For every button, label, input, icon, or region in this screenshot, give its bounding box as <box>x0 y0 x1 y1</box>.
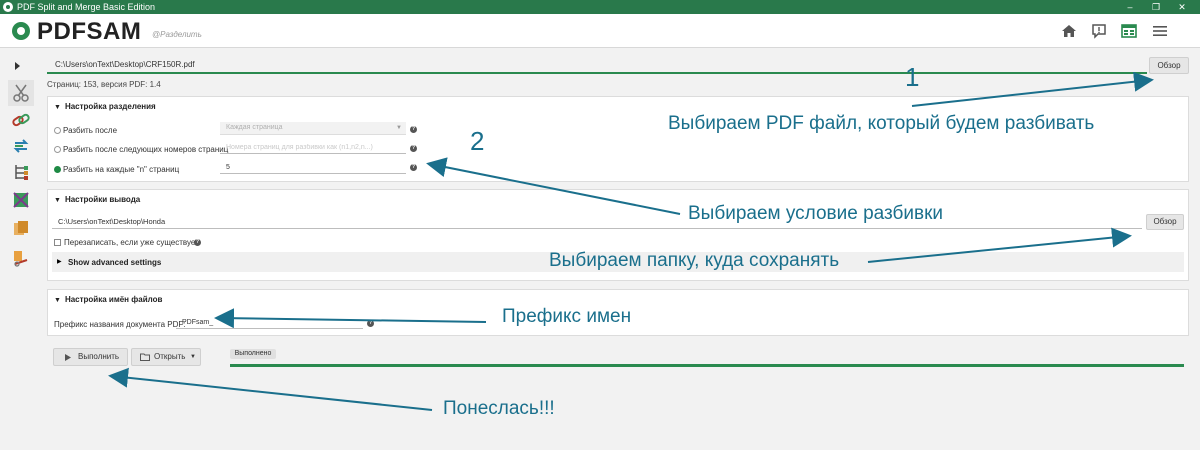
run-label: Выполнить <box>78 352 120 361</box>
minimize-button[interactable]: – <box>1118 0 1142 14</box>
browse-folder-button[interactable]: Обзор <box>1146 214 1184 230</box>
browse-file-button[interactable]: Обзор <box>1149 57 1189 74</box>
radio-split-every[interactable] <box>54 166 61 173</box>
collapse-icon: ▼ <box>54 197 61 204</box>
pdf-file-input[interactable] <box>47 58 1147 74</box>
filename-settings-title-text: Настройка имён файлов <box>64 295 163 304</box>
app-logo: PDFSAM <box>37 18 142 45</box>
split-settings-title[interactable]: ▼ Настройка разделения <box>54 102 156 111</box>
radio-split-after[interactable] <box>54 127 61 134</box>
menu-icon[interactable] <box>1151 23 1169 39</box>
split-pages-label: Разбить после следующих номеров страниц <box>63 145 229 154</box>
window-titlebar: PDF Split and Merge Basic Edition – ❐ ✕ <box>0 0 1200 14</box>
overwrite-checkbox[interactable] <box>54 239 61 246</box>
module-name: @Разделить <box>152 30 202 39</box>
sidebar-item-split[interactable] <box>8 80 34 106</box>
split-every-label: Разбить на каждые "n" страниц <box>63 165 180 174</box>
output-folder-input[interactable] <box>52 215 1142 229</box>
radio-split-pages[interactable] <box>54 146 61 153</box>
help-icon[interactable]: ? <box>410 145 417 152</box>
collapse-icon: ▼ <box>54 104 61 111</box>
help-icon[interactable]: ? <box>194 239 201 246</box>
arrow-to-run <box>108 367 433 411</box>
sidebar <box>0 58 40 450</box>
annotation-split-condition: Выбираем условие разбивки <box>688 203 944 224</box>
open-button[interactable]: Открыть ▼ <box>131 348 201 366</box>
prefix-label: Префикс названия документа PDF: <box>54 320 186 329</box>
rotate-arrows-icon <box>13 139 29 153</box>
split-after-select[interactable]: Каждая страница ▼ <box>220 122 406 135</box>
split-pages-input[interactable] <box>220 141 406 154</box>
split-size-icon <box>14 251 28 267</box>
run-button[interactable]: Выполнить <box>53 348 128 366</box>
chevron-down-icon: ▼ <box>396 125 402 131</box>
folder-icon <box>140 353 150 361</box>
annotation-select-file: Выбираем PDF файл, который будем разбива… <box>668 113 1095 134</box>
help-icon[interactable]: ? <box>367 320 374 327</box>
pdfsam-logo-icon <box>12 22 30 40</box>
split-settings-title-text: Настройка разделения <box>64 102 156 111</box>
sidebar-item-split-by-size[interactable] <box>11 248 31 268</box>
pages-stack-icon <box>14 221 28 235</box>
split-after-label: Разбить после <box>63 126 118 135</box>
progress-bar <box>230 364 1184 367</box>
help-icon[interactable]: ? <box>410 126 417 133</box>
app-icon <box>3 2 13 12</box>
chevron-down-icon[interactable]: ▼ <box>190 349 196 365</box>
chain-link-icon <box>12 113 30 127</box>
window-title: PDF Split and Merge Basic Edition <box>17 2 156 12</box>
split-every-input[interactable] <box>220 161 406 174</box>
sidebar-item-merge[interactable] <box>11 110 31 130</box>
sidebar-item-extract[interactable] <box>11 218 31 238</box>
filename-settings-title[interactable]: ▼ Настройка имён файлов <box>54 295 162 304</box>
prefix-input[interactable] <box>176 316 363 329</box>
expand-sidebar-icon[interactable] <box>14 62 20 70</box>
output-settings-title-text: Настройки вывода <box>64 195 141 204</box>
annotation-run: Понеслась!!! <box>443 398 555 419</box>
output-settings-title[interactable]: ▼ Настройки вывода <box>54 195 140 204</box>
annotation-output-folder: Выбираем папку, куда сохранять <box>549 250 840 271</box>
dashboard-icon[interactable] <box>1120 23 1138 39</box>
progress-fill <box>230 364 1184 367</box>
expand-icon: ▶ <box>57 259 62 265</box>
collapse-icon: ▼ <box>54 297 61 304</box>
close-button[interactable]: ✕ <box>1170 0 1194 14</box>
sidebar-item-rotate[interactable] <box>11 136 31 156</box>
tree-split-icon <box>15 165 28 180</box>
file-info: Страниц: 153, версия PDF: 1.4 <box>47 80 161 89</box>
sidebar-item-alternate-mix[interactable] <box>11 190 31 210</box>
overwrite-label: Перезаписать, если уже существует <box>64 238 199 247</box>
split-after-select-value: Каждая страница <box>226 124 283 131</box>
scissors-icon <box>13 84 29 102</box>
annotation-number-2: 2 <box>470 126 485 156</box>
sidebar-item-split-by-bookmarks[interactable] <box>11 162 31 182</box>
mix-grid-icon <box>13 192 29 208</box>
maximize-button[interactable]: ❐ <box>1144 0 1168 14</box>
annotation-number-1: 1 <box>905 62 920 92</box>
play-icon <box>65 354 71 361</box>
feedback-icon[interactable] <box>1090 23 1108 39</box>
status-badge: Выполнено <box>230 349 276 359</box>
home-icon[interactable] <box>1060 23 1078 39</box>
help-icon[interactable]: ? <box>410 164 417 171</box>
split-settings-panel: ▼ Настройка разделения Разбить после Кажд… <box>47 96 1189 182</box>
advanced-settings-label: Show advanced settings <box>68 258 162 267</box>
annotation-prefix: Префикс имен <box>502 306 632 327</box>
open-label: Открыть <box>154 352 186 361</box>
app-header: PDFSAM @Разделить <box>0 14 1200 48</box>
